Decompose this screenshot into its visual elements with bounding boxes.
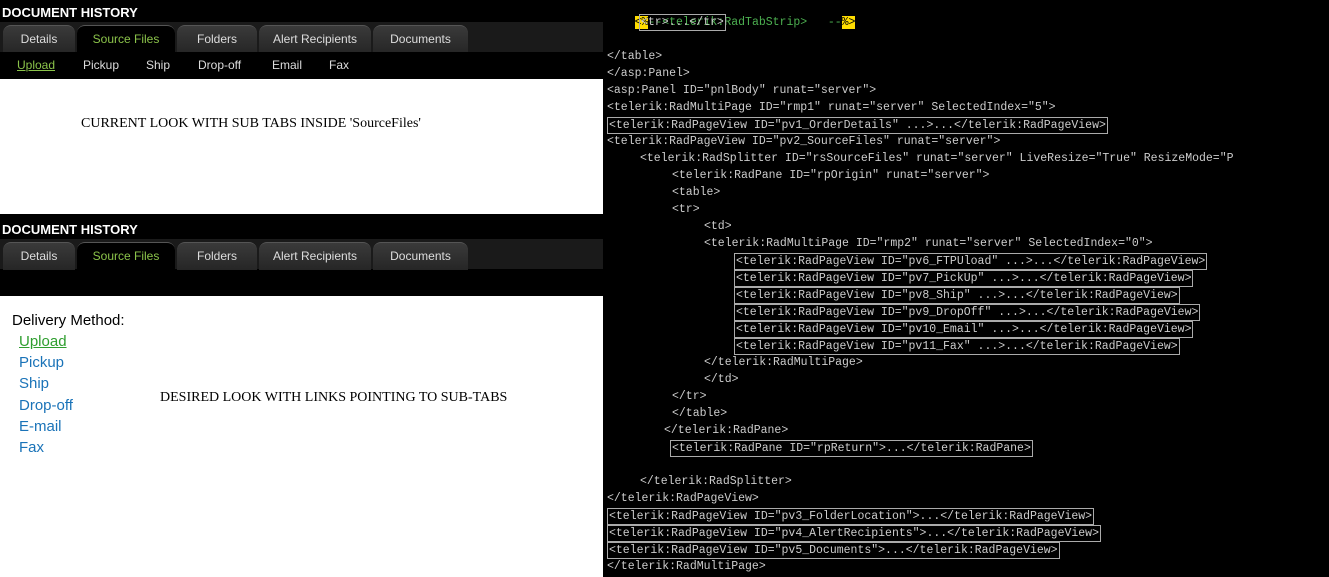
collapsed-code-block[interactable]: <telerik:RadPageView ID="pv11_Fax" ...>.… — [734, 338, 1180, 355]
collapsed-code-block[interactable]: <telerik:RadPageView ID="pv3_FolderLocat… — [607, 508, 1095, 525]
subtab-email[interactable]: Email — [272, 58, 302, 72]
current-look-note: CURRENT LOOK WITH SUB TABS INSIDE 'Sourc… — [81, 116, 421, 131]
code-token: %> — [841, 16, 856, 29]
code-line: </telerik:RadSplitter> — [640, 475, 792, 488]
code-line: </asp:Panel> — [607, 67, 690, 80]
subtab-pickup[interactable]: Pickup — [83, 58, 119, 72]
collapsed-code-block[interactable]: <telerik:RadPageView ID="pv10_Email" ...… — [734, 321, 1194, 338]
collapsed-code-block[interactable]: <telerik:RadPane ID="rpReturn">...</tele… — [670, 440, 1033, 457]
subtab-drop-off[interactable]: Drop-off — [198, 58, 241, 72]
code-line: </td> — [704, 373, 739, 386]
code-line: </telerik:RadPane> — [664, 424, 789, 437]
link-ship[interactable]: Ship — [19, 375, 49, 392]
tabstrip: Details Source Files Folders Alert Recip… — [0, 22, 603, 53]
code-line: </telerik:RadMultiPage> — [704, 356, 863, 369]
subtab-strip: Upload Pickup Ship Drop-off Email Fax — [0, 52, 603, 79]
collapsed-code-block[interactable]: <telerik:RadPageView ID="pv7_PickUp" ...… — [734, 270, 1194, 287]
code-line: <table> — [672, 186, 721, 199]
collapsed-code-block[interactable]: <telerik:RadPageView ID="pv4_AlertRecipi… — [607, 525, 1101, 542]
code-line: </table> — [607, 50, 663, 63]
subtab-ship[interactable]: Ship — [146, 58, 170, 72]
code-line: <telerik:RadSplitter ID="rsSourceFiles" … — [640, 152, 1234, 165]
code-line: </tr> — [672, 390, 707, 403]
tab-alert-recipients[interactable]: Alert Recipients — [259, 25, 371, 53]
tab-documents[interactable]: Documents — [373, 25, 468, 53]
tab-source-files[interactable]: Source Files — [77, 25, 175, 53]
collapsed-code-block[interactable]: <telerik:RadPageView ID="pv8_Ship" ...>.… — [734, 287, 1180, 304]
collapsed-code-block[interactable]: <telerik:RadPageView ID="pv5_Documents">… — [607, 542, 1060, 559]
tabstrip: Details Source Files Folders Alert Recip… — [0, 239, 603, 270]
tab-details[interactable]: Details — [3, 25, 75, 53]
subtab-upload[interactable]: Upload — [17, 58, 55, 72]
code-line: <td> — [704, 220, 732, 233]
desired-look-note: DESIRED LOOK WITH LINKS POINTING TO SUB-… — [160, 390, 508, 405]
link-pickup[interactable]: Pickup — [19, 354, 64, 371]
link-email[interactable]: E-mail — [19, 418, 62, 435]
code-line: </table> — [672, 407, 728, 420]
collapsed-code-block[interactable]: <telerik:RadPageView ID="pv6_FTPUload" .… — [734, 253, 1208, 270]
tab-alert-recipients[interactable]: Alert Recipients — [259, 242, 371, 270]
code-editor: <%--<telerik:RadTabStrip> --%> <tr>...</… — [603, 0, 1329, 577]
code-line: <telerik:RadMultiPage ID="rmp1" runat="s… — [607, 101, 1056, 114]
code-line: <telerik:RadPane ID="rpOrigin" runat="se… — [672, 169, 990, 182]
tab-details[interactable]: Details — [3, 242, 75, 270]
link-drop-off[interactable]: Drop-off — [19, 397, 73, 414]
code-line: </telerik:RadMultiPage> — [607, 560, 766, 573]
current-look-panel: DOCUMENT HISTORY Details Source Files Fo… — [0, 0, 603, 79]
tab-source-files[interactable]: Source Files — [77, 242, 175, 270]
desired-look-panel: DOCUMENT HISTORY Details Source Files Fo… — [0, 217, 603, 296]
collapsed-code-block[interactable]: <tr>...</tr> — [639, 14, 726, 31]
link-fax[interactable]: Fax — [19, 439, 44, 456]
delivery-method-label: Delivery Method: — [12, 312, 125, 329]
subtab-fax[interactable]: Fax — [329, 58, 349, 72]
section-header: DOCUMENT HISTORY — [0, 0, 603, 22]
tab-folders[interactable]: Folders — [177, 25, 257, 53]
left-panel: DOCUMENT HISTORY Details Source Files Fo… — [0, 0, 603, 577]
tab-folders[interactable]: Folders — [177, 242, 257, 270]
empty-subtab-area — [0, 269, 603, 296]
tab-documents[interactable]: Documents — [373, 242, 468, 270]
code-line: <%--<telerik:RadTabStrip> --%> — [607, 0, 856, 29]
section-header: DOCUMENT HISTORY — [0, 217, 603, 239]
code-line: </telerik:RadPageView> — [607, 492, 759, 505]
link-upload[interactable]: Upload — [19, 333, 67, 350]
collapsed-code-block[interactable]: <telerik:RadPageView ID="pv1_OrderDetail… — [607, 117, 1108, 134]
collapsed-code-block[interactable]: <telerik:RadPageView ID="pv9_DropOff" ..… — [734, 304, 1201, 321]
code-line: <telerik:RadMultiPage ID="rmp2" runat="s… — [704, 237, 1153, 250]
code-line: <telerik:RadPageView ID="pv2_SourceFiles… — [607, 135, 1001, 148]
code-line: <tr> — [672, 203, 700, 216]
code-line: <asp:Panel ID="pnlBody" runat="server"> — [607, 84, 877, 97]
